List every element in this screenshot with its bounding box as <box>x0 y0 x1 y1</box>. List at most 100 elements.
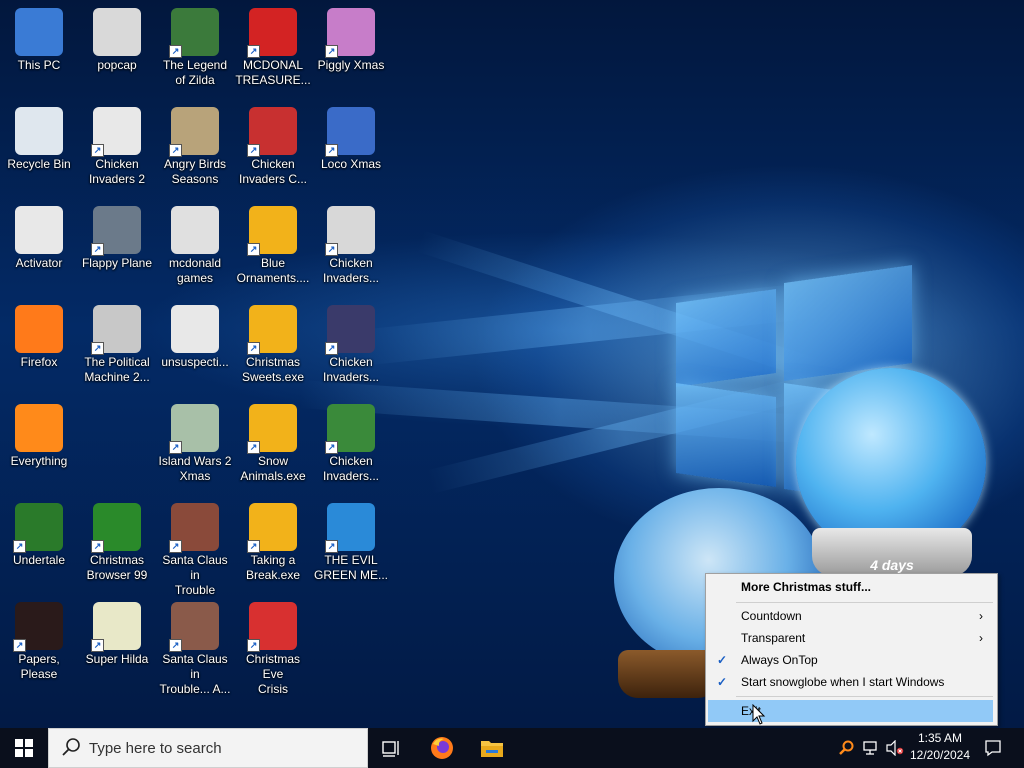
desktop-icon[interactable]: This PC <box>1 2 77 94</box>
menu-item-label: Countdown <box>741 609 802 623</box>
computer-icon <box>15 8 63 56</box>
desktop-icon[interactable]: unsuspecti... <box>157 299 233 391</box>
chicken-icon: ↗ <box>325 305 375 355</box>
desktop-icon[interactable]: ↗ Papers, Please <box>1 596 77 688</box>
shortcut-arrow-icon: ↗ <box>247 144 260 157</box>
folder-icon <box>481 741 503 757</box>
desktop-icon-label: Santa Claus in Trouble <box>162 553 228 597</box>
desktop-icon[interactable]: ↗ MCDONAL TREASURE... <box>235 2 311 94</box>
menu-item-always-ontop[interactable]: ✓ Always OnTop <box>708 649 993 671</box>
desktop-icon[interactable]: mcdonald games <box>157 200 233 292</box>
desktop-icon-label: Snow Animals.exe <box>240 454 306 483</box>
checkmark-icon: ✓ <box>717 675 728 689</box>
desktop-icon-label: Christmas Eve Crisis <box>245 652 300 696</box>
shortcut-arrow-icon: ↗ <box>169 441 182 454</box>
desktop-icon[interactable]: ↗ Santa Claus in Trouble... A... <box>157 596 233 696</box>
shortcut-arrow-icon: ↗ <box>13 540 26 553</box>
desktop-icon[interactable]: ↗ Piggly Xmas <box>313 2 389 94</box>
desktop-icon-label: Chicken Invaders 2 <box>88 157 146 186</box>
desktop-icon-label: THE EVIL GREEN ME... <box>313 553 388 582</box>
desktop-icon[interactable]: ↗ Chicken Invaders... <box>313 398 389 490</box>
desktop-icon[interactable]: ↗ Snow Animals.exe <box>235 398 311 490</box>
taskbar: Type here to search 1:35 AM 12/20/2024 <box>0 728 1024 768</box>
desktop-icon[interactable]: ↗ Christmas Sweets.exe <box>235 299 311 391</box>
shortcut-arrow-icon: ↗ <box>91 540 104 553</box>
desktop-icon-label: MCDONAL TREASURE... <box>235 58 311 87</box>
taskbar-file-explorer-button[interactable] <box>468 728 516 768</box>
desktop-icon[interactable]: ↗ Undertale <box>1 497 77 589</box>
menu-item-transparent[interactable]: Transparent › <box>708 627 993 649</box>
desktop-icon[interactable]: ↗ The Political Machine 2... <box>79 299 155 391</box>
desktop-icon[interactable]: ↗ Santa Claus in Trouble <box>157 497 233 597</box>
desktop-icon[interactable]: ↗ Chicken Invaders 2 <box>79 101 155 193</box>
desktop-icon[interactable]: Everything <box>1 398 77 490</box>
countdown-label: 4 days <box>870 557 914 573</box>
desktop-icon[interactable]: ↗ Blue Ornaments.... <box>235 200 311 292</box>
desktop-icon[interactable]: ↗ THE EVIL GREEN ME... <box>313 497 389 589</box>
desktop-icon[interactable]: ↗ Super Hilda <box>79 596 155 688</box>
desktop-icon[interactable]: Firefox <box>1 299 77 391</box>
menu-item-countdown[interactable]: Countdown › <box>708 605 993 627</box>
menu-item-start-with-windows[interactable]: ✓ Start snowglobe when I start Windows <box>708 671 993 693</box>
angry-birds-icon: ↗ <box>169 107 219 157</box>
desktop-icon-label: The Political Machine 2... <box>84 355 150 384</box>
santa-face-icon: ↗ <box>247 602 297 652</box>
pixel-icon: ↗ <box>91 602 141 652</box>
desktop-icon[interactable]: Recycle Bin <box>1 101 77 193</box>
desktop-icon[interactable]: ↗ Chicken Invaders... <box>313 200 389 292</box>
search-icon <box>15 404 63 452</box>
desktop-icon-label: Chicken Invaders... <box>322 355 380 384</box>
menu-item-more-christmas[interactable]: More Christmas stuff... <box>708 576 993 598</box>
desktop-icon[interactable]: ↗ Flappy Plane <box>79 200 155 292</box>
papers-please-icon: ↗ <box>13 602 63 652</box>
desktop-icon-label: Undertale <box>12 553 66 567</box>
start-button[interactable] <box>0 728 48 768</box>
desktop-icon-label: Christmas Browser 99 <box>86 553 148 582</box>
menu-separator <box>736 602 993 603</box>
firefox-icon <box>15 305 63 353</box>
desktop-icon-label: Loco Xmas <box>320 157 382 171</box>
santa-icon: ↗ <box>169 503 219 553</box>
undertale-icon: ↗ <box>13 503 63 553</box>
desktop-icon[interactable]: ↗ Loco Xmas <box>313 101 389 193</box>
santa-icon: ↗ <box>169 602 219 652</box>
desktop-icon-label: Piggly Xmas <box>317 58 385 72</box>
tray-everything-button[interactable] <box>836 728 856 768</box>
shortcut-arrow-icon: ↗ <box>325 342 338 355</box>
clock-time: 1:35 AM <box>917 731 963 745</box>
menu-item-label: Always OnTop <box>741 653 818 667</box>
desktop-icon-label: Island Wars 2 Xmas <box>158 454 232 483</box>
shortcut-arrow-icon: ↗ <box>325 243 338 256</box>
desktop-icon[interactable]: ↗ Angry Birds Seasons <box>157 101 233 193</box>
desktop-icon[interactable]: ↗ Chicken Invaders... <box>313 299 389 391</box>
menu-separator <box>736 696 993 697</box>
pig-icon: ↗ <box>325 8 375 58</box>
desktop-icon-label: Blue Ornaments.... <box>236 256 310 285</box>
taskbar-firefox-button[interactable] <box>418 728 466 768</box>
shortcut-arrow-icon: ↗ <box>247 342 260 355</box>
desktop-icon[interactable]: Activator <box>1 200 77 292</box>
windows-icon <box>15 739 33 757</box>
menu-item-exit[interactable]: Exit <box>708 700 993 722</box>
chicken-icon: ↗ <box>91 107 141 157</box>
desktop-icon-label: mcdonald games <box>168 256 222 285</box>
puzzle-icon: ↗ <box>247 503 297 553</box>
shortcut-arrow-icon: ↗ <box>169 45 182 58</box>
desktop-icon[interactable]: popcap <box>79 2 155 94</box>
desktop-icon[interactable]: ↗ Chicken Invaders C... <box>235 101 311 193</box>
tree-icon: ↗ <box>91 503 141 553</box>
desktop-icon[interactable]: ↗ Island Wars 2 Xmas <box>157 398 233 490</box>
tray-network-button[interactable] <box>860 728 882 768</box>
shortcut-arrow-icon: ↗ <box>325 441 338 454</box>
desktop-icon[interactable]: ↗ The Legend of Zilda <box>157 2 233 94</box>
taskbar-search-box[interactable]: Type here to search <box>48 728 368 768</box>
action-center-button[interactable] <box>980 728 1006 768</box>
clock-date: 12/20/2024 <box>909 748 971 762</box>
desktop-icon-label: popcap <box>97 58 137 72</box>
task-view-button[interactable] <box>368 728 416 768</box>
taskbar-clock[interactable]: 1:35 AM 12/20/2024 <box>900 730 980 766</box>
desktop-icon[interactable]: ↗ Taking a Break.exe <box>235 497 311 589</box>
desktop-icon[interactable]: ↗ Christmas Browser 99 <box>79 497 155 589</box>
desktop-icon[interactable]: ↗ Christmas Eve Crisis <box>235 596 311 696</box>
notification-icon <box>985 740 1001 757</box>
